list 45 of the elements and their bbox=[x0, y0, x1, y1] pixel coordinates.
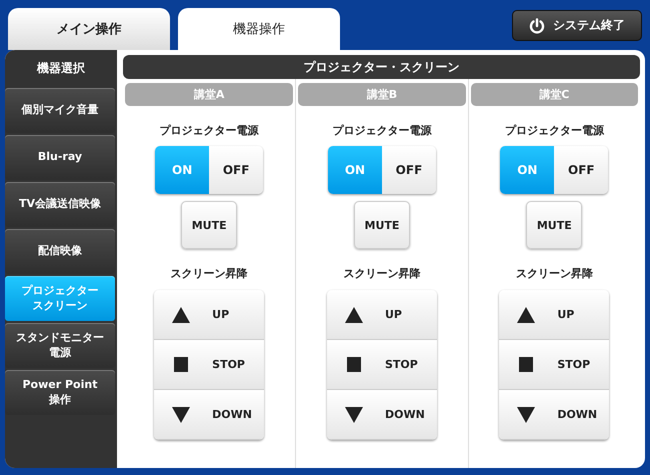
screen-control-button[interactable]: DOWN bbox=[326, 390, 437, 440]
stop-square-icon bbox=[172, 356, 190, 372]
screen-control-button[interactable]: DOWN bbox=[154, 390, 264, 440]
screen-control-button[interactable]: STOP bbox=[154, 340, 264, 390]
system-shutdown-button[interactable]: システム終了 bbox=[512, 10, 642, 41]
tab[interactable]: メイン操作 bbox=[8, 8, 170, 50]
screen-label: スクリーン昇降 bbox=[343, 266, 420, 281]
power-label: プロジェクター電源 bbox=[332, 123, 432, 138]
screen-control-button[interactable]: UP bbox=[326, 290, 437, 340]
mute-button[interactable]: MUTE bbox=[526, 201, 582, 249]
room-header: 講堂B bbox=[298, 83, 466, 106]
screen-control-button[interactable]: STOP bbox=[499, 340, 610, 390]
room-header: 講堂A bbox=[125, 83, 294, 106]
panel-title: プロジェクター・スクリーン bbox=[123, 55, 640, 79]
down-triangle-icon bbox=[344, 406, 363, 422]
sidebar-item[interactable]: スタンドモニター 電源 bbox=[5, 323, 115, 368]
power-icon bbox=[529, 18, 545, 34]
power-label: プロジェクター電源 bbox=[160, 123, 259, 138]
stop-square-icon bbox=[344, 356, 363, 372]
screen-control-button[interactable]: STOP bbox=[326, 340, 437, 390]
sidebar-item[interactable]: 配信映像 bbox=[5, 229, 115, 274]
tab[interactable]: 機器操作 bbox=[178, 8, 340, 50]
room-header: 講堂C bbox=[470, 83, 638, 106]
stop-square-icon bbox=[517, 356, 536, 372]
up-triangle-icon bbox=[172, 306, 190, 322]
power-toggle-button[interactable]: OFF bbox=[209, 146, 264, 194]
down-triangle-icon bbox=[172, 406, 190, 422]
power-toggle-button[interactable]: OFF bbox=[554, 146, 608, 194]
power-toggle-button[interactable]: OFF bbox=[382, 146, 436, 194]
screen-control-button[interactable]: UP bbox=[499, 290, 610, 340]
sidebar-title: 機器選択 bbox=[36, 60, 86, 76]
sidebar-item[interactable]: TV会議送信映像 bbox=[5, 182, 115, 227]
power-label: プロジェクター電源 bbox=[504, 123, 604, 138]
sidebar-item[interactable]: Power Point 操作 bbox=[5, 370, 115, 415]
screen-label: スクリーン昇降 bbox=[170, 266, 248, 281]
screen-control-button[interactable]: DOWN bbox=[499, 390, 610, 440]
sidebar-item[interactable]: 個別マイク音量 bbox=[5, 88, 115, 133]
mute-button[interactable]: MUTE bbox=[354, 201, 410, 249]
up-triangle-icon bbox=[344, 306, 363, 322]
sidebar-item[interactable]: Blu-ray bbox=[5, 135, 115, 180]
screen-label: スクリーン昇降 bbox=[516, 266, 593, 281]
up-triangle-icon bbox=[517, 306, 536, 322]
mute-button[interactable]: MUTE bbox=[181, 201, 238, 249]
screen-control-button[interactable]: UP bbox=[154, 290, 264, 340]
down-triangle-icon bbox=[517, 406, 536, 422]
